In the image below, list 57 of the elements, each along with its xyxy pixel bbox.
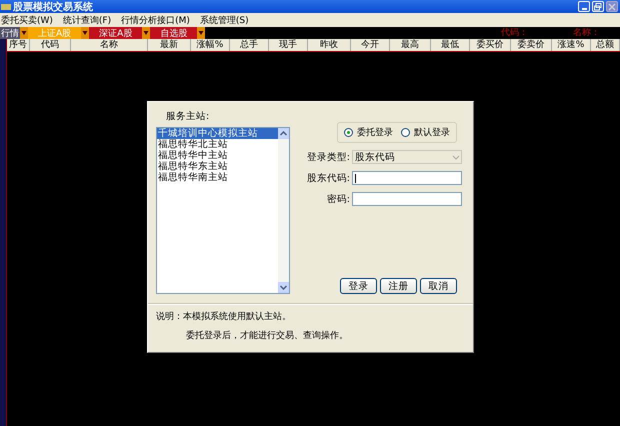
column-header[interactable]: 序号 bbox=[7, 39, 30, 51]
column-header[interactable]: 最新 bbox=[148, 39, 191, 51]
column-header[interactable]: 总额 bbox=[591, 39, 620, 51]
column-header[interactable]: 今开 bbox=[351, 39, 390, 51]
field-label: 登录类型: bbox=[306, 150, 351, 164]
note-text: 委托登录后，才能进行交易、查询操作。 bbox=[186, 329, 349, 342]
dropdown-icon bbox=[197, 27, 206, 39]
server-item[interactable]: 千城培训中心模拟主站 bbox=[157, 128, 278, 139]
market-tab[interactable]: 自选股 bbox=[150, 27, 198, 39]
server-item[interactable]: 福思特华北主站 bbox=[157, 139, 278, 150]
menu-item[interactable]: 行情分析接口(M) bbox=[121, 14, 190, 26]
column-header[interactable]: 现手 bbox=[269, 39, 308, 51]
code-label: 代码： bbox=[501, 27, 528, 39]
restore-icon bbox=[594, 2, 602, 10]
menu-item[interactable]: 系统管理(S) bbox=[200, 14, 249, 26]
input-field[interactable] bbox=[352, 171, 462, 185]
server-list[interactable]: 千城培训中心模拟主站 福思特华北主站 福思特华中主站 福思特华东主站 福思特华南主站 bbox=[156, 127, 290, 294]
restore-button[interactable] bbox=[592, 1, 604, 12]
server-label: 服务主站: bbox=[166, 110, 210, 123]
menu-item[interactable]: 委托买卖(W) bbox=[1, 14, 53, 26]
server-item[interactable]: 福思特华东主站 bbox=[157, 161, 278, 172]
dropdown-icon bbox=[142, 27, 150, 39]
dropdown-icon bbox=[20, 27, 28, 39]
window-title: 股票模拟交易系统 bbox=[13, 0, 93, 14]
radio-option[interactable]: 默认登录 bbox=[401, 126, 450, 139]
dropdown-icon bbox=[81, 27, 90, 39]
radio-option[interactable]: 委托登录 bbox=[344, 126, 393, 139]
dialog-button[interactable]: 注册 bbox=[380, 278, 417, 294]
server-item[interactable]: 福思特华南主站 bbox=[157, 172, 278, 183]
app-icon bbox=[1, 2, 11, 10]
column-header[interactable]: 昨收 bbox=[308, 39, 351, 51]
name-label: 名称： bbox=[573, 27, 600, 39]
scroll-up-button[interactable] bbox=[278, 128, 289, 139]
minimize-icon bbox=[582, 8, 586, 10]
column-header[interactable]: 最高 bbox=[390, 39, 431, 51]
close-icon bbox=[608, 2, 616, 10]
password-field[interactable] bbox=[352, 192, 462, 206]
column-header[interactable]: 最低 bbox=[431, 39, 470, 51]
field-label: 密码: bbox=[326, 192, 351, 206]
dialog-button[interactable]: 取消 bbox=[420, 278, 457, 294]
field-label: 股东代码: bbox=[306, 172, 351, 184]
column-header[interactable]: 名称 bbox=[71, 39, 148, 51]
column-header[interactable]: 涨速% bbox=[552, 39, 591, 51]
column-header[interactable]: 委买价 bbox=[470, 39, 511, 51]
dialog-button[interactable]: 登录 bbox=[340, 278, 377, 294]
market-tab[interactable]: 行情 bbox=[0, 27, 20, 39]
column-header[interactable]: 涨幅% bbox=[191, 39, 230, 51]
menu-item[interactable]: 统计查询(F) bbox=[62, 14, 112, 26]
market-tab[interactable]: 深证A股 bbox=[89, 27, 142, 39]
scroll-down-button[interactable] bbox=[278, 282, 289, 293]
note-text: 说明：本模拟系统使用默认主站。 bbox=[156, 310, 292, 323]
column-header[interactable]: 总手 bbox=[230, 39, 269, 51]
minimize-button[interactable] bbox=[578, 1, 590, 12]
column-header[interactable]: 委卖价 bbox=[511, 39, 552, 51]
server-item[interactable]: 福思特华中主站 bbox=[157, 150, 278, 161]
column-header[interactable]: 代码 bbox=[30, 39, 71, 51]
close-button[interactable] bbox=[606, 1, 618, 12]
